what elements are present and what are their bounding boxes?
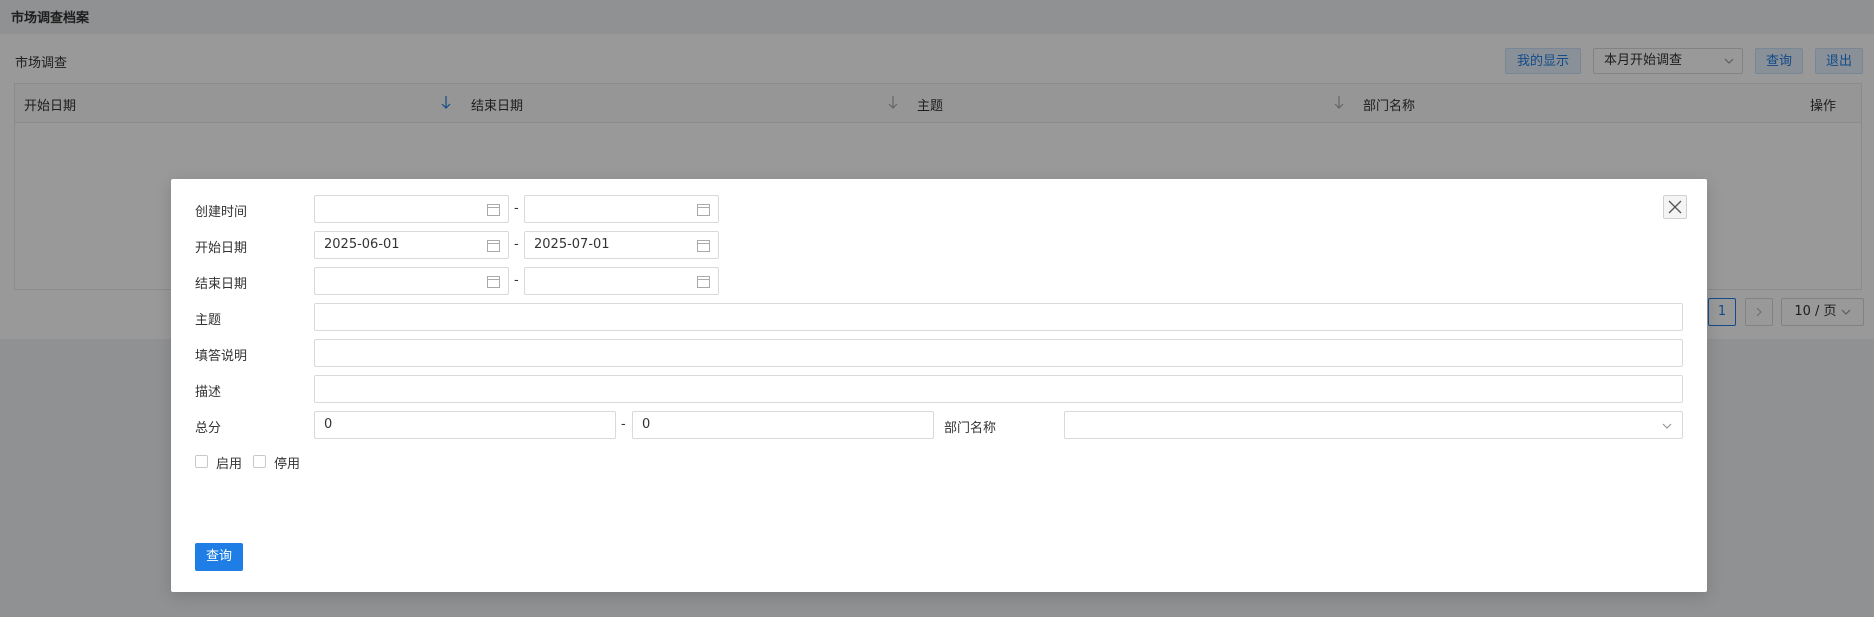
- range-separator: -: [514, 237, 519, 252]
- range-separator: -: [514, 201, 519, 216]
- enabled-checkbox[interactable]: [195, 455, 208, 468]
- disabled-checkbox-label[interactable]: 停用: [274, 453, 300, 472]
- fill-instructions-label: 填答说明: [195, 349, 248, 364]
- range-separator: -: [514, 273, 519, 288]
- total-score-to-value: 0: [642, 417, 651, 432]
- calendar-icon: [487, 276, 500, 288]
- end-date-to-input[interactable]: [524, 267, 719, 295]
- start-date-to-value: 2025-07-01: [534, 237, 610, 252]
- created-time-from-input[interactable]: [314, 195, 509, 223]
- end-date-from-input[interactable]: [314, 267, 509, 295]
- fill-instructions-input[interactable]: [314, 339, 1683, 367]
- query-button[interactable]: 查询: [195, 543, 243, 571]
- search-modal: 创建时间 - 开始日期 2025-06-01 - 2025-07-01 结束日期…: [171, 179, 1707, 592]
- start-date-from-value: 2025-06-01: [324, 237, 400, 252]
- calendar-icon: [487, 204, 500, 216]
- description-input[interactable]: [314, 375, 1683, 403]
- subject-input[interactable]: [314, 303, 1683, 331]
- disabled-checkbox[interactable]: [253, 455, 266, 468]
- end-date-label: 结束日期: [195, 277, 248, 292]
- close-icon: [1668, 200, 1682, 214]
- total-score-from-input[interactable]: 0: [314, 411, 616, 439]
- total-score-label: 总分: [195, 421, 222, 436]
- start-date-from-input[interactable]: 2025-06-01: [314, 231, 509, 259]
- start-date-to-input[interactable]: 2025-07-01: [524, 231, 719, 259]
- range-separator: -: [621, 417, 626, 432]
- department-label: 部门名称: [944, 421, 997, 436]
- start-date-label: 开始日期: [195, 241, 248, 256]
- total-score-to-input[interactable]: 0: [632, 411, 934, 439]
- chevron-down-icon: [1662, 423, 1672, 429]
- description-label: 描述: [195, 385, 222, 400]
- department-select[interactable]: [1064, 411, 1683, 439]
- subject-label: 主题: [195, 313, 222, 328]
- created-time-label: 创建时间: [195, 205, 248, 220]
- total-score-from-value: 0: [324, 417, 333, 432]
- calendar-icon: [697, 276, 710, 288]
- enabled-checkbox-label[interactable]: 启用: [216, 453, 242, 472]
- close-button[interactable]: [1663, 195, 1687, 219]
- created-time-to-input[interactable]: [524, 195, 719, 223]
- calendar-icon: [487, 240, 500, 252]
- calendar-icon: [697, 204, 710, 216]
- calendar-icon: [697, 240, 710, 252]
